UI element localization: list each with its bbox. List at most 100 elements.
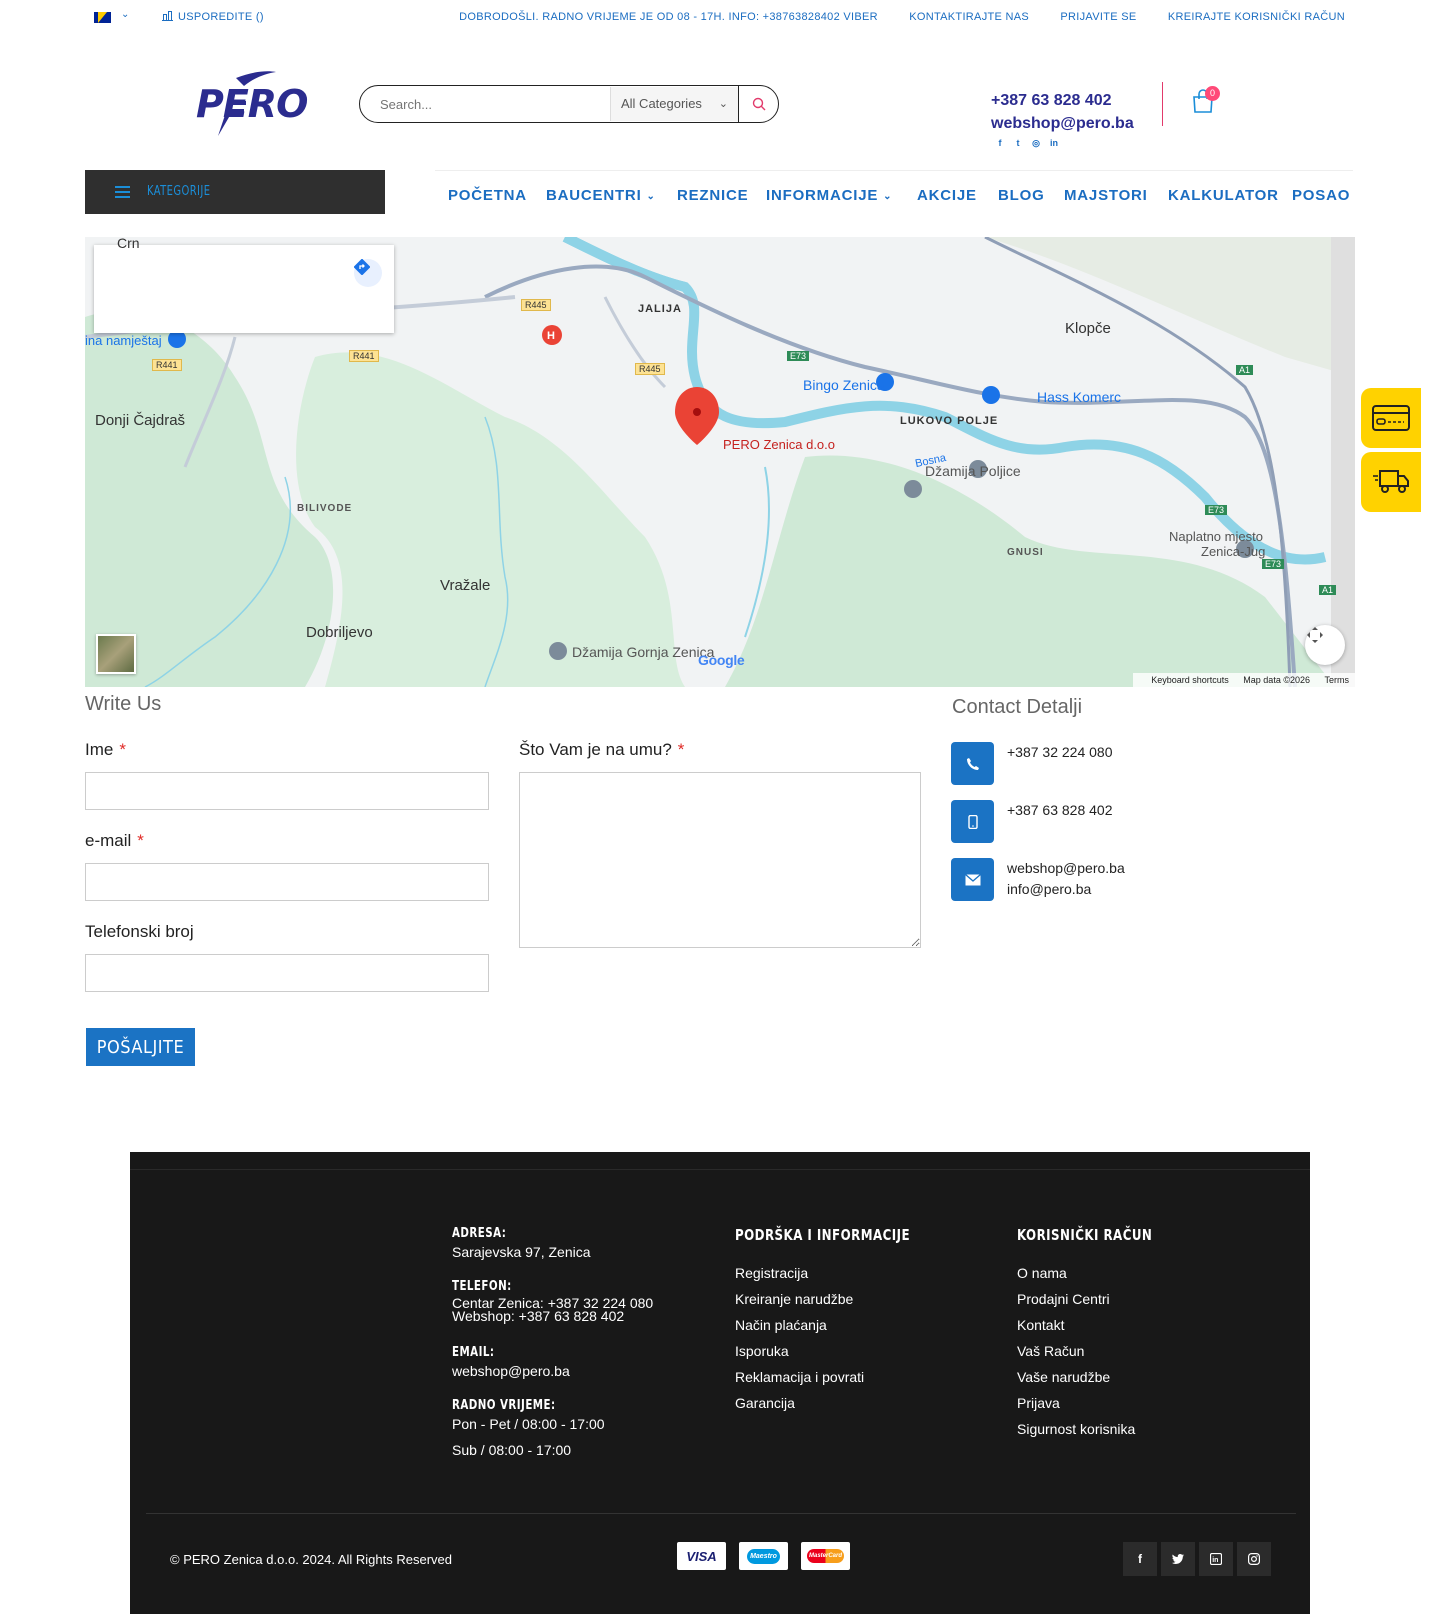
footer-address-heading: ADRESA: [452, 1226, 507, 1241]
chevron-down-icon[interactable]: ⌄ [121, 9, 129, 20]
search-icon [752, 97, 765, 111]
footer-link[interactable]: Kontakt [1017, 1317, 1064, 1333]
nav-item-blog[interactable]: BLOG [998, 187, 1045, 204]
footer-link[interactable]: Prijava [1017, 1395, 1060, 1411]
maestro-logo: Maestro [739, 1542, 788, 1570]
search-input[interactable] [360, 86, 610, 122]
nav-item-posao[interactable]: POSAO [1292, 187, 1350, 204]
search-button[interactable] [738, 86, 778, 122]
compare-link[interactable]: USPOREDITE () [162, 11, 264, 23]
road-shield: E73 [1205, 505, 1228, 515]
form-title: Write Us [85, 693, 162, 715]
map-info-card [94, 245, 394, 333]
contact-email-info[interactable]: info@pero.ba [1007, 879, 1125, 900]
category-select[interactable]: All Categories ⌄ [610, 87, 738, 121]
footer-email[interactable]: webshop@pero.ba [452, 1363, 570, 1379]
road-shield: E73 [1262, 559, 1285, 569]
nav-item-pocetna[interactable]: POČETNA [448, 187, 527, 204]
map-label: Zenica-Jug [1201, 544, 1266, 559]
nav-item-reznice[interactable]: REZNICE [677, 187, 748, 204]
credit-card-icon [1372, 405, 1410, 431]
keyboard-shortcuts-link[interactable]: Keyboard shortcuts [1151, 675, 1229, 685]
delivery-truck-button[interactable] [1361, 452, 1421, 512]
road-shield: R445 [635, 363, 665, 375]
footer-divider [130, 1169, 1310, 1170]
footer-phone-heading: TELEFON: [452, 1279, 512, 1294]
footer-bottom-divider [146, 1513, 1296, 1514]
footer-link[interactable]: Vaš Račun [1017, 1343, 1084, 1359]
map-label: Klopče [1065, 320, 1111, 337]
map-label: Dobriljevo [306, 624, 373, 641]
nav-item-majstori[interactable]: MAJSTORI [1064, 187, 1148, 204]
facebook-icon[interactable]: f [1123, 1542, 1157, 1576]
email-field[interactable] [85, 863, 489, 901]
compare-label: USPOREDITE () [178, 11, 264, 23]
contact-link[interactable]: KONTAKTIRAJTE NAS [909, 11, 1029, 23]
svg-text:H: H [547, 330, 555, 342]
nav-item-informacije[interactable]: INFORMACIJE ⌄ [766, 187, 892, 204]
footer-link[interactable]: Garancija [735, 1395, 795, 1411]
welcome-text: DOBRODOŠLI. RADNO VRIJEME JE OD 08 - 17H… [459, 11, 878, 23]
register-link[interactable]: KREIRAJTE KORISNIČKI RAČUN [1168, 11, 1345, 23]
header-phone[interactable]: +387 63 828 402 [991, 92, 1112, 110]
contact-email-webshop[interactable]: webshop@pero.ba [1007, 858, 1125, 879]
nav-item-baucentri[interactable]: BAUCENTRI ⌄ [546, 187, 656, 204]
submit-button[interactable]: POŠALJITE [86, 1028, 195, 1066]
footer-link[interactable]: Registracija [735, 1265, 808, 1281]
linkedin-icon[interactable]: in [1199, 1542, 1233, 1576]
bosnia-flag-icon[interactable] [94, 12, 111, 23]
mobile-icon [951, 800, 994, 843]
hamburger-icon [115, 186, 130, 198]
footer-hours-weekdays: Pon - Pet / 08:00 - 17:00 [452, 1416, 605, 1432]
payment-card-button[interactable] [1361, 388, 1421, 448]
login-link[interactable]: PRIJAVITE SE [1060, 11, 1136, 23]
name-label: Ime * [85, 740, 126, 759]
categories-menu-button[interactable]: KATEGORIJE [85, 170, 385, 214]
twitter-icon[interactable]: t [1013, 138, 1023, 148]
map-label: Naplatno mjesto [1169, 529, 1263, 544]
footer-link[interactable]: Prodajni Centri [1017, 1291, 1110, 1307]
twitter-icon[interactable] [1161, 1542, 1195, 1576]
pero-logo[interactable]: PERO [196, 68, 316, 140]
directions-icon[interactable] [354, 259, 382, 287]
footer-link[interactable]: Isporuka [735, 1343, 789, 1359]
contact-emails: webshop@pero.ba info@pero.ba [1007, 858, 1125, 900]
header-divider [1162, 82, 1163, 126]
camera-control-button[interactable] [1305, 625, 1345, 665]
contact-phone[interactable]: +387 32 224 080 [1007, 742, 1113, 763]
footer-link[interactable]: Reklamacija i povrati [735, 1369, 864, 1385]
map-footer: Keyboard shortcuts Map data ©2026 Terms [1133, 673, 1355, 687]
footer-support-heading: PODRŠKA I INFORMACIJE [735, 1226, 911, 1244]
nav-item-kalkulator[interactable]: KALKULATOR [1168, 187, 1279, 204]
google-map[interactable]: H Crn JALIJA Klopče ina namještaj Donji … [85, 237, 1355, 687]
map-label: Donji Čajdraš [95, 412, 186, 429]
satellite-toggle-button[interactable] [96, 634, 136, 674]
phone-field[interactable] [85, 954, 489, 992]
road-shield: R441 [349, 350, 379, 362]
instagram-icon[interactable] [1237, 1542, 1271, 1576]
footer-phone-webshop[interactable]: Webshop: +387 63 828 402 [452, 1309, 624, 1323]
map-label-pero[interactable]: PERO Zenica d.o.o [723, 437, 835, 452]
phone-label: Telefonski broj [85, 922, 194, 941]
contact-mobile[interactable]: +387 63 828 402 [1007, 800, 1113, 821]
footer-link[interactable]: Sigurnost korisnika [1017, 1421, 1135, 1437]
required-mark: * [137, 831, 144, 850]
map-scrollbar[interactable] [1331, 237, 1355, 687]
road-shield: E73 [787, 351, 810, 361]
name-field[interactable] [85, 772, 489, 810]
footer-link[interactable]: Način plaćanja [735, 1317, 827, 1333]
linkedin-icon[interactable]: in [1049, 138, 1059, 148]
top-links: DOBRODOŠLI. RADNO VRIJEME JE OD 08 - 17H… [431, 11, 1345, 23]
facebook-icon[interactable]: f [995, 138, 1005, 148]
footer-account-heading: KORISNIČKI RAČUN [1017, 1226, 1153, 1244]
footer-link[interactable]: Vaše narudžbe [1017, 1369, 1110, 1385]
instagram-icon[interactable]: ◎ [1031, 138, 1041, 148]
map-label: Džamija Gornja Zenica [572, 644, 715, 660]
message-textarea[interactable] [519, 772, 921, 948]
nav-item-akcije[interactable]: AKCIJE [917, 187, 977, 204]
terms-link[interactable]: Terms [1325, 675, 1350, 685]
footer-link[interactable]: O nama [1017, 1265, 1067, 1281]
main-nav: POČETNA BAUCENTRI ⌄ REZNICE INFORMACIJE ⌄ … [435, 170, 1353, 214]
header-email[interactable]: webshop@pero.ba [991, 115, 1134, 133]
footer-link[interactable]: Kreiranje narudžbe [735, 1291, 853, 1307]
